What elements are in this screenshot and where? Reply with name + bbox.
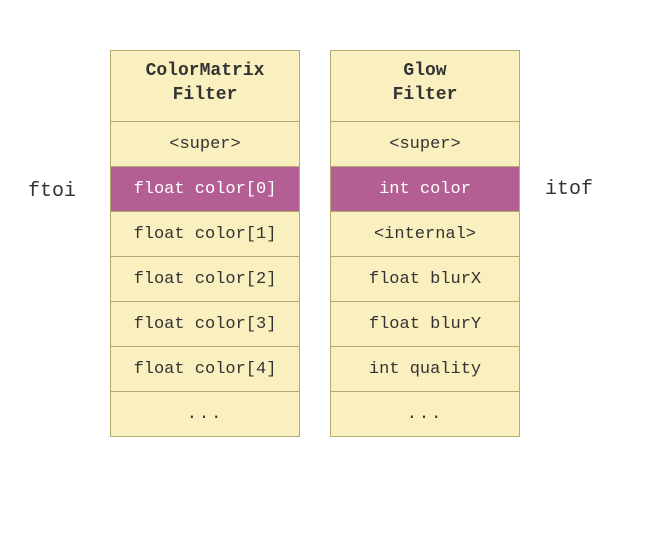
cell-super: <super> — [331, 122, 519, 167]
label-itof: itof — [545, 178, 593, 201]
cell-super: <super> — [111, 122, 299, 167]
cell-color3: float color[3] — [111, 302, 299, 347]
header-line1: ColorMatrix — [146, 61, 265, 81]
cell-quality: int quality — [331, 347, 519, 392]
cell-intcolor: int color — [331, 167, 519, 212]
header-line1: Glow — [403, 61, 446, 81]
column-glow: Glow Filter <super> int color <internal>… — [330, 50, 520, 437]
cell-blury: float blurY — [331, 302, 519, 347]
cell-color2: float color[2] — [111, 257, 299, 302]
cell-color1: float color[1] — [111, 212, 299, 257]
header-line2: Filter — [173, 85, 238, 105]
label-ftoi: ftoi — [28, 180, 76, 203]
column-header-colormatrix: ColorMatrix Filter — [111, 50, 299, 122]
column-header-glow: Glow Filter — [331, 50, 519, 122]
cell-internal: <internal> — [331, 212, 519, 257]
cell-ellipsis: ... — [111, 392, 299, 437]
column-colormatrix: ColorMatrix Filter <super> float color[0… — [110, 50, 300, 437]
cell-color0: float color[0] — [111, 167, 299, 212]
cell-blurx: float blurX — [331, 257, 519, 302]
cell-ellipsis: ... — [331, 392, 519, 437]
header-line2: Filter — [393, 85, 458, 105]
cell-color4: float color[4] — [111, 347, 299, 392]
diagram-stage: ftoi itof ColorMatrix Filter <super> flo… — [0, 0, 648, 541]
